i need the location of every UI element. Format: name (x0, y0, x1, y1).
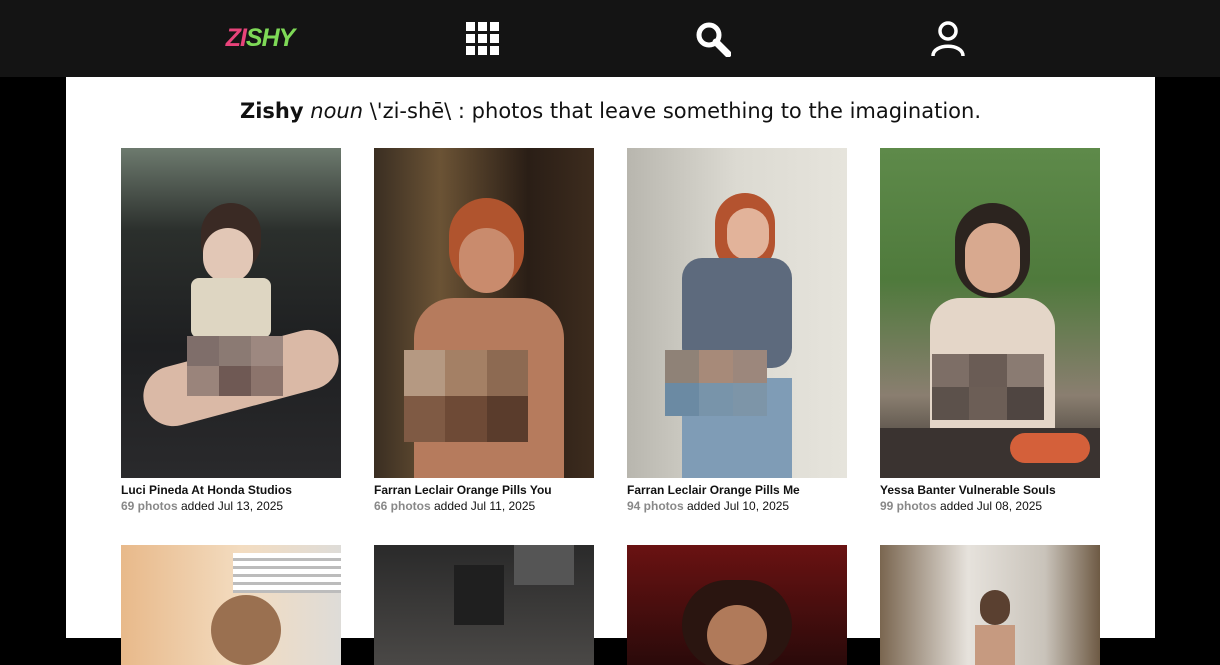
zishy-logo[interactable]: ZI SHY (215, 0, 305, 77)
photo-count: 69 photos (121, 499, 178, 513)
gallery-card (880, 545, 1100, 665)
grid-icon (466, 21, 499, 55)
gallery-thumbnail[interactable] (627, 545, 847, 665)
added-date: added Jul 08, 2025 (936, 499, 1043, 513)
tagline-part-of-speech: noun (310, 99, 364, 123)
gallery-card (121, 545, 341, 665)
logo-text-part2: SHY (245, 24, 295, 52)
gallery-title[interactable]: Yessa Banter Vulnerable Souls (880, 483, 1100, 497)
gallery-thumbnail[interactable] (880, 148, 1100, 478)
search-button[interactable] (690, 0, 736, 77)
gallery-thumbnail[interactable] (374, 545, 594, 665)
gallery-card (374, 545, 594, 665)
gallery-card: Luci Pineda At Honda Studios 69 photos a… (121, 148, 341, 513)
site-tagline: Zishy noun \'zi-shē\ : photos that leave… (66, 99, 1155, 123)
photo-count: 94 photos (627, 499, 684, 513)
gallery-title[interactable]: Farran Leclair Orange Pills Me (627, 483, 847, 497)
censor-mosaic (932, 354, 1044, 420)
logo-text-part1: ZI (225, 24, 247, 52)
added-date: added Jul 10, 2025 (683, 499, 790, 513)
gallery-card (627, 545, 847, 665)
gallery-meta: 99 photos added Jul 08, 2025 (880, 499, 1100, 513)
tagline-brand: Zishy (240, 99, 304, 123)
gallery-thumbnail[interactable] (121, 148, 341, 478)
gallery-title[interactable]: Luci Pineda At Honda Studios (121, 483, 341, 497)
censor-mosaic (187, 336, 283, 396)
photo-count: 66 photos (374, 499, 431, 513)
tagline-definition: \'zi-shē\ : photos that leave something … (363, 99, 981, 123)
gallery-thumbnail[interactable] (121, 545, 341, 665)
gallery-thumbnail[interactable] (880, 545, 1100, 665)
gallery-card: Yessa Banter Vulnerable Souls 99 photos … (880, 148, 1100, 513)
gallery-card: Farran Leclair Orange Pills You 66 photo… (374, 148, 594, 513)
censor-mosaic (404, 350, 528, 442)
grid-menu-button[interactable] (460, 0, 506, 77)
gallery-thumbnail[interactable] (627, 148, 847, 478)
photo-count: 99 photos (880, 499, 937, 513)
main-content: Zishy noun \'zi-shē\ : photos that leave… (66, 77, 1155, 665)
gallery-meta: 66 photos added Jul 11, 2025 (374, 499, 594, 513)
gallery-meta: 94 photos added Jul 10, 2025 (627, 499, 847, 513)
censor-mosaic (665, 350, 767, 416)
added-date: added Jul 13, 2025 (177, 499, 284, 513)
gallery-thumbnail[interactable] (374, 148, 594, 478)
added-date: added Jul 11, 2025 (430, 499, 536, 513)
top-navigation-bar: ZI SHY (0, 0, 1220, 77)
gallery-card: Farran Leclair Orange Pills Me 94 photos… (627, 148, 847, 513)
user-account-button[interactable] (925, 0, 971, 77)
user-icon (931, 20, 965, 56)
search-icon (696, 22, 731, 57)
gallery-title[interactable]: Farran Leclair Orange Pills You (374, 483, 594, 497)
gallery-meta: 69 photos added Jul 13, 2025 (121, 499, 341, 513)
